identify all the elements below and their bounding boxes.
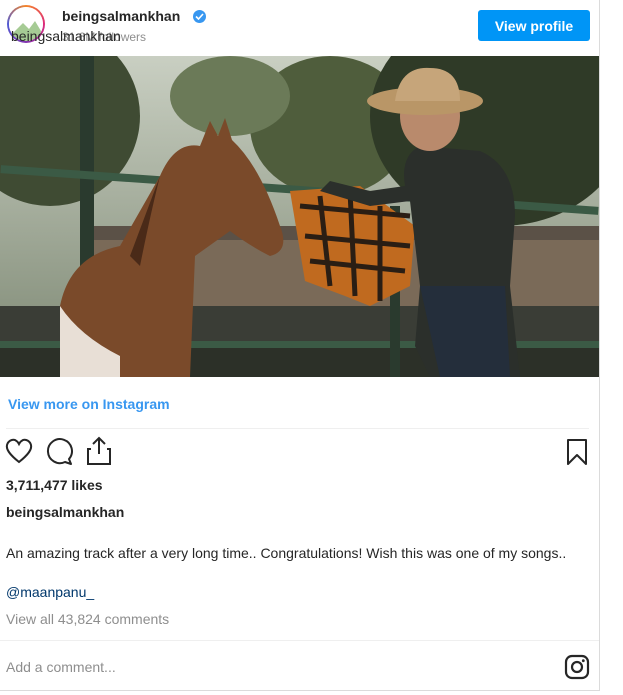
divider (6, 428, 589, 429)
divider (0, 640, 599, 641)
view-all-comments-link[interactable]: View all 43,824 comments (6, 611, 169, 627)
add-comment-input[interactable]: Add a comment... (6, 659, 116, 675)
post-image[interactable] (0, 56, 599, 377)
caption-username[interactable]: beingsalmankhan (6, 504, 124, 520)
like-count[interactable]: 3,711,477 likes (6, 477, 103, 493)
mention-link[interactable]: @maanpanu_ (6, 584, 94, 600)
bookmark-icon[interactable] (566, 438, 588, 471)
instagram-embed: beingsalmankhan beingsalmankhan 31.6M fo… (0, 0, 600, 691)
comment-bubble-icon[interactable] (45, 438, 73, 471)
verified-badge-icon (193, 10, 206, 23)
view-profile-button[interactable]: View profile (478, 10, 590, 41)
comment-text: An amazing track after a very long time.… (6, 545, 567, 561)
post-header: beingsalmankhan beingsalmankhan 31.6M fo… (0, 0, 599, 56)
avatar-alt-text: beingsalmankhan (11, 28, 121, 44)
share-icon[interactable] (86, 436, 112, 471)
view-more-link[interactable]: View more on Instagram (8, 396, 170, 412)
profile-username[interactable]: beingsalmankhan (62, 8, 180, 24)
heart-icon[interactable] (5, 438, 33, 469)
instagram-logo-icon[interactable] (564, 654, 590, 685)
